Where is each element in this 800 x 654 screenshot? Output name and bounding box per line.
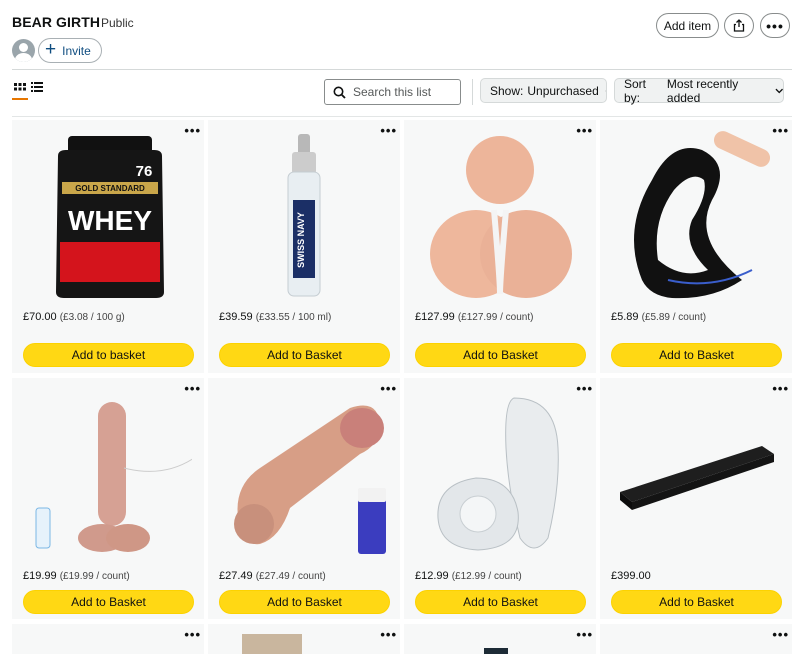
product-image[interactable] <box>612 130 780 300</box>
active-view-indicator <box>12 98 28 100</box>
sort-dropdown[interactable]: Sort by: Most recently added <box>614 76 784 105</box>
product-card[interactable]: ••• £399.00 Add to Basket <box>600 378 792 619</box>
product-card[interactable]: ••• <box>600 624 792 654</box>
product-card[interactable]: ••• £19.99 (£19.99 / count) Add to Baske… <box>12 378 204 619</box>
search-placeholder: Search this list <box>353 85 432 99</box>
item-more-button[interactable]: ••• <box>576 627 593 642</box>
unit-price: (£127.99 / count) <box>457 312 534 323</box>
product-image[interactable] <box>416 130 584 300</box>
share-icon <box>733 19 745 32</box>
chevron-down-icon <box>604 90 606 91</box>
list-header: BEAR GIRTH Public + Invite Add item ••• <box>0 0 800 70</box>
list-title: BEAR GIRTH <box>12 14 101 30</box>
svg-text:76: 76 <box>136 163 153 180</box>
invite-button[interactable]: + Invite <box>38 38 102 63</box>
price-text: £399.00 <box>611 570 651 582</box>
toolbar-divider <box>12 116 792 117</box>
price-text: £12.99 (£12.99 / count) <box>415 570 522 582</box>
unit-price: (£12.99 / count) <box>451 571 522 582</box>
add-to-basket-button[interactable]: Add to Basket <box>219 343 390 367</box>
whey-protein-tub-image: GOLD STANDARD WHEY 76 <box>56 136 164 298</box>
more-options-button[interactable]: ••• <box>760 13 790 38</box>
price-value: £19.99 <box>23 570 57 582</box>
search-input[interactable]: Search this list <box>324 79 461 105</box>
item-more-button[interactable]: ••• <box>772 627 789 642</box>
product-card[interactable]: ••• <box>404 624 596 654</box>
add-to-basket-button[interactable]: Add to Basket <box>415 343 586 367</box>
product-card[interactable]: ••• £127.99 (£127.99 / count) Add to Bas… <box>404 120 596 373</box>
product-image[interactable]: GOLD STANDARD WHEY 76 <box>24 130 192 300</box>
product-card[interactable]: ••• £12.99 (£12.99 / count) Add to Baske… <box>404 378 596 619</box>
list-view-icon[interactable] <box>31 81 43 93</box>
add-to-basket-button[interactable]: Add to basket <box>23 343 194 367</box>
show-filter-dropdown[interactable]: Show: Unpurchased <box>480 78 607 103</box>
soundbar-image <box>620 446 774 510</box>
chevron-down-icon <box>775 88 783 93</box>
svg-text:GOLD STANDARD: GOLD STANDARD <box>75 184 145 193</box>
product-image[interactable] <box>612 388 780 558</box>
add-to-basket-button[interactable]: Add to Basket <box>415 590 586 614</box>
product-image[interactable] <box>242 634 302 654</box>
product-card[interactable]: ••• <box>208 624 400 654</box>
product-image[interactable] <box>416 388 584 558</box>
unit-price: (£3.08 / 100 g) <box>59 312 125 323</box>
show-value: Unpurchased <box>527 83 599 98</box>
svg-text:SWISS NAVY: SWISS NAVY <box>296 212 306 268</box>
price-value: £39.59 <box>219 311 253 323</box>
product-image[interactable] <box>24 388 195 558</box>
invite-label: Invite <box>62 43 91 58</box>
torso-product-image <box>430 136 572 298</box>
add-item-button[interactable]: Add item <box>656 13 719 38</box>
clear-toy-image <box>35 402 195 552</box>
lubricant-bottle-image: SWISS NAVY <box>287 134 321 297</box>
black-ring-image <box>634 131 771 299</box>
product-card[interactable]: ••• <box>12 624 204 654</box>
avatar[interactable] <box>12 39 35 62</box>
price-value: £12.99 <box>415 570 449 582</box>
add-to-basket-button[interactable]: Add to Basket <box>219 590 390 614</box>
svg-text:WHEY: WHEY <box>68 205 152 236</box>
product-image[interactable] <box>220 388 388 558</box>
unit-price: (£5.89 / count) <box>641 312 707 323</box>
clear-sleeve-image <box>437 397 559 551</box>
product-image[interactable]: SWISS NAVY <box>220 130 388 300</box>
product-card[interactable]: ••• £5.89 (£5.89 / count) Add to Basket <box>600 120 792 373</box>
skin-tone-toy-image <box>234 405 386 554</box>
price-value: £399.00 <box>611 570 651 582</box>
price-text: £127.99 (£127.99 / count) <box>415 311 533 323</box>
add-to-basket-button[interactable]: Add to Basket <box>611 343 782 367</box>
price-value: £70.00 <box>23 311 57 323</box>
product-card[interactable]: ••• SWISS NAVY £39.59 (£33.55 / 100 ml) … <box>208 120 400 373</box>
show-label: Show: <box>490 83 524 98</box>
price-value: £127.99 <box>415 311 455 323</box>
add-to-basket-button[interactable]: Add to Basket <box>611 590 782 614</box>
product-card[interactable]: ••• GOLD STANDARD WHEY 76 £70.00 (£3.08 … <box>12 120 204 373</box>
unit-price: (£33.55 / 100 ml) <box>255 312 332 323</box>
search-icon <box>333 86 346 99</box>
share-button[interactable] <box>724 13 754 38</box>
visibility-label[interactable]: Public <box>101 16 134 30</box>
product-card[interactable]: ••• £27.49 (£27.49 / count) Add to Baske… <box>208 378 400 619</box>
sort-value: Most recently added <box>666 76 739 105</box>
price-value: £27.49 <box>219 570 253 582</box>
price-value: £5.89 <box>611 311 639 323</box>
list-toolbar: Search this list Show: Unpurchased Sort … <box>0 70 800 117</box>
price-text: £5.89 (£5.89 / count) <box>611 311 706 323</box>
price-text: £39.59 (£33.55 / 100 ml) <box>219 311 331 323</box>
price-text: £19.99 (£19.99 / count) <box>23 570 130 582</box>
price-text: £27.49 (£27.49 / count) <box>219 570 326 582</box>
item-more-button[interactable]: ••• <box>184 627 201 642</box>
plus-icon: + <box>45 39 57 60</box>
add-to-basket-button[interactable]: Add to Basket <box>23 590 194 614</box>
unit-price: (£27.49 / count) <box>255 571 326 582</box>
sort-label: Sort by: <box>624 76 647 105</box>
unit-price: (£19.99 / count) <box>59 571 130 582</box>
price-text: £70.00 (£3.08 / 100 g) <box>23 311 125 323</box>
item-more-button[interactable]: ••• <box>380 627 397 642</box>
product-image[interactable] <box>484 648 508 654</box>
toolbar-separator <box>472 79 473 105</box>
grid-view-icon[interactable] <box>13 81 27 95</box>
